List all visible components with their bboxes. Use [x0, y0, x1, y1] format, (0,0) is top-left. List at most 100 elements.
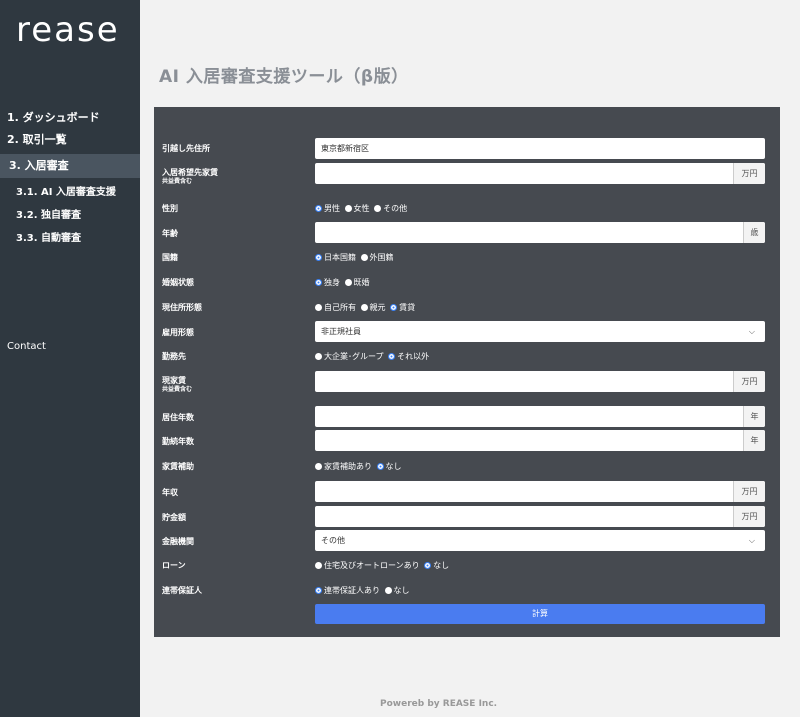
rent-label: 入居希望先家賃 共益費含む	[162, 168, 218, 186]
residence-option-parents[interactable]: 親元	[360, 303, 386, 313]
employment-label: 雇用形態	[162, 328, 194, 337]
guarantor-option-yes[interactable]: 連帯保証人あり	[315, 586, 380, 596]
chevron-down-icon: ⌵	[748, 327, 755, 336]
nationality-option-japanese-label: 日本国籍	[324, 253, 356, 262]
page-title: AI 入居審査支援ツール（β版）	[159, 67, 409, 87]
radio-icon	[360, 304, 368, 311]
loan-radio-group: 住宅及びオートローンあり なし	[315, 561, 451, 571]
sidebar-subitem-ai-screening[interactable]: 3.1. AI 入居審査支援	[0, 181, 140, 204]
bank-label: 金融機関	[162, 537, 194, 546]
sidebar-nav: 1. ダッシュボード 2. 取引一覧 3. 入居審査 3.1. AI 入居審査支…	[0, 107, 140, 250]
residence-option-rental[interactable]: 賃貸	[390, 303, 415, 313]
loan-option-no-label: なし	[433, 561, 450, 570]
years-residence-unit: 年	[743, 406, 765, 427]
radio-icon	[315, 562, 322, 569]
screening-form: 引越し先住所 東京都新宿区 入居希望先家賃 共益費含む 万円 性別 男性 女性 そ…	[154, 107, 780, 637]
nationality-label: 国籍	[162, 253, 178, 262]
years-employment-unit: 年	[743, 430, 765, 451]
rent-subsidy-option-no-label: なし	[385, 462, 402, 471]
workplace-option-other[interactable]: それ以外	[388, 352, 429, 362]
nationality-option-japanese[interactable]: 日本国籍	[315, 253, 356, 263]
app-logo[interactable]: rease	[16, 10, 120, 50]
radio-icon	[315, 304, 322, 311]
radio-icon	[315, 353, 322, 360]
years-employment-input[interactable]: 年	[315, 430, 765, 451]
sidebar-subitem-custom-screening[interactable]: 3.2. 独自審査	[0, 204, 140, 227]
years-residence-input[interactable]: 年	[315, 406, 765, 427]
rent-subsidy-option-no[interactable]: なし	[376, 462, 402, 472]
current-rent-sublabel: 共益費含む	[162, 386, 193, 393]
marital-label: 婚姻状態	[162, 278, 194, 287]
loan-option-no[interactable]: なし	[424, 561, 449, 571]
radio-selected-icon	[315, 205, 322, 212]
sidebar-item-transactions[interactable]: 2. 取引一覧	[0, 129, 140, 151]
rent-subsidy-option-yes[interactable]: 家賃補助あり	[315, 462, 372, 472]
contact-link[interactable]: Contact	[7, 341, 46, 352]
radio-icon	[384, 587, 392, 594]
residence-type-radio-group: 自己所有 親元 賃貸	[315, 303, 417, 313]
radio-selected-icon	[390, 304, 398, 311]
chevron-down-icon: ⌵	[748, 536, 755, 545]
rent-sublabel: 共益費含む	[162, 178, 193, 185]
bank-value: その他	[321, 536, 345, 545]
current-rent-label-text: 現家賃	[162, 376, 186, 385]
residence-type-label: 現住所形態	[162, 303, 202, 312]
residence-option-owned-label: 自己所有	[324, 303, 356, 312]
age-input[interactable]: 歳	[315, 222, 765, 243]
gender-option-male[interactable]: 男性	[315, 204, 340, 214]
marital-option-married-label: 既婚	[353, 278, 370, 287]
loan-option-yes[interactable]: 住宅及びオートローンあり	[315, 561, 420, 571]
rent-subsidy-label: 家賃補助	[162, 462, 194, 471]
employment-value: 非正規社員	[321, 327, 361, 336]
address-label: 引越し先住所	[162, 144, 210, 153]
radio-selected-icon	[315, 254, 322, 261]
rent-subsidy-radio-group: 家賃補助あり なし	[315, 462, 404, 472]
gender-option-female-label: 女性	[353, 204, 370, 213]
guarantor-option-yes-label: 連帯保証人あり	[324, 586, 380, 595]
marital-option-married[interactable]: 既婚	[344, 278, 370, 288]
residence-option-owned[interactable]: 自己所有	[315, 303, 356, 313]
workplace-option-large[interactable]: 大企業･グループ	[315, 352, 384, 362]
loan-label: ローン	[162, 561, 186, 570]
savings-input[interactable]: 万円	[315, 506, 765, 527]
years-residence-label: 居住年数	[162, 413, 194, 422]
bank-select[interactable]: その他 ⌵	[315, 530, 765, 551]
age-unit: 歳	[743, 222, 765, 243]
nationality-option-foreign[interactable]: 外国籍	[360, 253, 394, 263]
savings-unit: 万円	[733, 506, 765, 527]
years-employment-label: 勤続年数	[162, 437, 194, 446]
loan-option-yes-label: 住宅及びオートローンあり	[324, 561, 420, 570]
residence-option-parents-label: 親元	[369, 303, 386, 312]
gender-option-other[interactable]: その他	[374, 204, 407, 214]
marital-option-single[interactable]: 独身	[315, 278, 340, 288]
guarantor-option-no-label: なし	[393, 586, 410, 595]
marital-option-single-label: 独身	[324, 278, 340, 287]
gender-option-other-label: その他	[383, 204, 408, 213]
radio-selected-icon	[376, 463, 384, 470]
employment-select[interactable]: 非正規社員 ⌵	[315, 321, 765, 342]
radio-icon	[315, 463, 322, 470]
guarantor-radio-group: 連帯保証人あり なし	[315, 586, 412, 596]
calculate-button[interactable]: 計算	[315, 604, 765, 624]
address-input[interactable]: 東京都新宿区	[315, 138, 765, 159]
radio-icon	[344, 279, 352, 286]
workplace-label: 勤務先	[162, 352, 186, 361]
rent-input[interactable]: 万円	[315, 163, 765, 184]
gender-label: 性別	[162, 204, 178, 213]
income-label: 年収	[162, 488, 178, 497]
sidebar-item-dashboard[interactable]: 1. ダッシュボード	[0, 107, 140, 129]
radio-selected-icon	[315, 587, 322, 594]
sidebar-item-screening[interactable]: 3. 入居審査	[0, 154, 140, 178]
workplace-option-large-label: 大企業･グループ	[324, 352, 384, 361]
guarantor-option-no[interactable]: なし	[384, 586, 410, 596]
radio-selected-icon	[424, 562, 432, 569]
residence-option-rental-label: 賃貸	[399, 303, 416, 312]
gender-option-female[interactable]: 女性	[344, 204, 370, 214]
sidebar-subitem-auto-screening[interactable]: 3.3. 自動審査	[0, 227, 140, 250]
current-rent-input[interactable]: 万円	[315, 371, 765, 392]
rent-unit: 万円	[733, 163, 765, 184]
income-input[interactable]: 万円	[315, 481, 765, 502]
radio-selected-icon	[315, 279, 322, 286]
marital-radio-group: 独身 既婚	[315, 278, 372, 288]
age-label: 年齢	[162, 229, 178, 238]
